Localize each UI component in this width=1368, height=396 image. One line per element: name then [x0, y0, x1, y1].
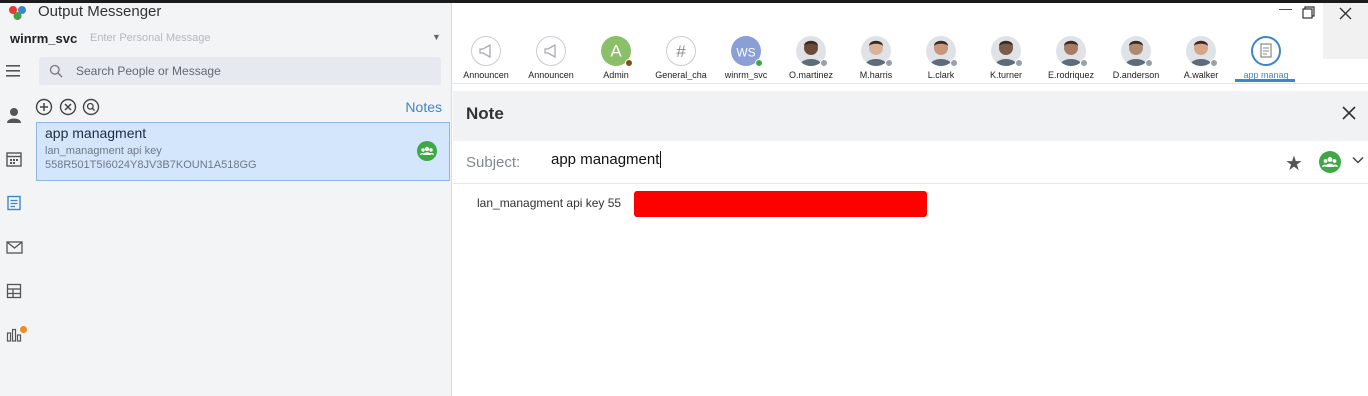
- search-input[interactable]: [76, 57, 436, 85]
- chat-tab-12[interactable]: app manag: [1233, 33, 1299, 83]
- divider: [453, 83, 1368, 84]
- open-chats-bar: Announcen Announcen A Admin # General_cha WS wi…: [453, 33, 1295, 83]
- hash-icon: #: [666, 36, 696, 66]
- close-note-icon[interactable]: [1340, 104, 1358, 122]
- status-indicator: [1210, 59, 1218, 67]
- announcement-icon: [471, 36, 501, 66]
- subject-row: Subject: app managment ★: [453, 141, 1368, 184]
- chat-tab-label: D.anderson: [1112, 70, 1160, 80]
- note-item-preview: lan_managment api key: [45, 145, 162, 157]
- subject-label: Subject:: [466, 154, 521, 171]
- chat-tab-7[interactable]: L.clark: [908, 33, 974, 83]
- side-rail: [0, 53, 30, 396]
- app-title: Output Messenger: [38, 3, 162, 20]
- chat-tab-label: M.harris: [859, 70, 893, 80]
- announcement-icon: [536, 36, 566, 66]
- app-logo-icon: [9, 6, 26, 20]
- right-pane: — Announcen Announcen A Admin # General_cha WS…: [453, 1, 1368, 396]
- chat-tab-2[interactable]: A Admin: [583, 33, 649, 83]
- note-tab-icon: [1251, 36, 1281, 66]
- title-bar: Output Messenger: [0, 3, 452, 25]
- delete-note-icon[interactable]: [59, 98, 77, 116]
- search-icon: [49, 64, 63, 78]
- note-item-preview-key: 558R501T5I6024Y8JV3B7KOUN1A518GG: [45, 159, 257, 171]
- note-heading: Note: [466, 104, 504, 123]
- chat-tab-label: O.martinez: [788, 70, 833, 80]
- menu-icon[interactable]: [4, 61, 24, 81]
- share-group-icon[interactable]: [1319, 151, 1341, 173]
- status-indicator: [1015, 59, 1023, 67]
- chat-tab-label: A.walker: [1183, 70, 1219, 80]
- note-item-title: app managment: [45, 125, 147, 141]
- status-indicator: [885, 59, 893, 67]
- redaction-block: [634, 191, 927, 217]
- active-tab-indicator: [1235, 79, 1295, 82]
- status-indicator: [625, 59, 633, 67]
- minimize-icon[interactable]: —: [1279, 1, 1292, 16]
- notes-toolbar: Notes: [33, 97, 448, 119]
- note-header: Note: [453, 91, 1368, 141]
- restore-icon[interactable]: [1302, 6, 1315, 19]
- chat-tab-3[interactable]: # General_cha: [648, 33, 714, 83]
- chat-tab-label: K.turner: [989, 70, 1022, 80]
- board-icon[interactable]: [4, 281, 24, 301]
- svg-text:A: A: [610, 42, 622, 61]
- status-indicator: [755, 59, 763, 67]
- chat-tab-label: Announcen: [463, 70, 509, 80]
- status-indicator: [1145, 59, 1153, 67]
- notes-icon[interactable]: [4, 193, 24, 213]
- search-box: [39, 57, 441, 85]
- close-window-icon[interactable]: [1339, 7, 1352, 20]
- chat-tab-label: E.rodriquez: [1047, 70, 1095, 80]
- notes-header-label: Notes: [405, 99, 442, 115]
- chevron-down-icon[interactable]: [1351, 153, 1365, 167]
- subject-input[interactable]: app managment: [551, 151, 662, 168]
- personal-message-field[interactable]: Enter Personal Message: [90, 32, 210, 44]
- mail-icon[interactable]: [4, 237, 24, 257]
- svg-text:#: #: [676, 42, 686, 61]
- chat-tab-9[interactable]: E.rodriquez: [1038, 33, 1104, 83]
- search-notes-icon[interactable]: [82, 98, 100, 116]
- chat-tab-label: winrm_svc: [724, 70, 768, 80]
- chat-tab-label: Admin: [603, 70, 629, 80]
- chat-tab-5[interactable]: O.martinez: [778, 33, 844, 83]
- stats-icon[interactable]: [4, 325, 24, 345]
- note-body-text[interactable]: lan_managment api key 55: [477, 196, 621, 210]
- chat-tab-label: L.clark: [927, 70, 955, 80]
- chat-tab-0[interactable]: Announcen: [453, 33, 519, 83]
- status-indicator: [950, 59, 958, 67]
- status-indicator: [1080, 59, 1088, 67]
- star-icon[interactable]: ★: [1285, 151, 1303, 176]
- chat-tab-4[interactable]: WS winrm_svc: [713, 33, 779, 83]
- chat-tab-11[interactable]: A.walker: [1168, 33, 1234, 83]
- chat-tab-10[interactable]: D.anderson: [1103, 33, 1169, 83]
- window-controls: —: [453, 1, 1368, 25]
- chat-tab-label: General_cha: [655, 70, 707, 80]
- shared-group-icon: [417, 141, 437, 161]
- chat-tab-1[interactable]: Announcen: [518, 33, 584, 83]
- left-panel: Output Messenger winrm_svc Enter Persona…: [0, 3, 452, 396]
- close-window-area[interactable]: [1323, 3, 1368, 59]
- status-dropdown-icon[interactable]: ▼: [432, 32, 441, 42]
- chat-tab-8[interactable]: K.turner: [973, 33, 1039, 83]
- user-row: winrm_svc Enter Personal Message ▼: [0, 25, 452, 53]
- calendar-icon[interactable]: [4, 149, 24, 169]
- add-note-icon[interactable]: [35, 98, 53, 116]
- username: winrm_svc: [10, 31, 78, 46]
- contacts-icon[interactable]: [4, 105, 24, 125]
- svg-text:WS: WS: [736, 46, 755, 60]
- note-list-item[interactable]: app managment lan_managment api key 558R…: [36, 122, 450, 181]
- chat-tab-label: Announcen: [528, 70, 574, 80]
- chat-tab-6[interactable]: M.harris: [843, 33, 909, 83]
- status-indicator: [820, 59, 828, 67]
